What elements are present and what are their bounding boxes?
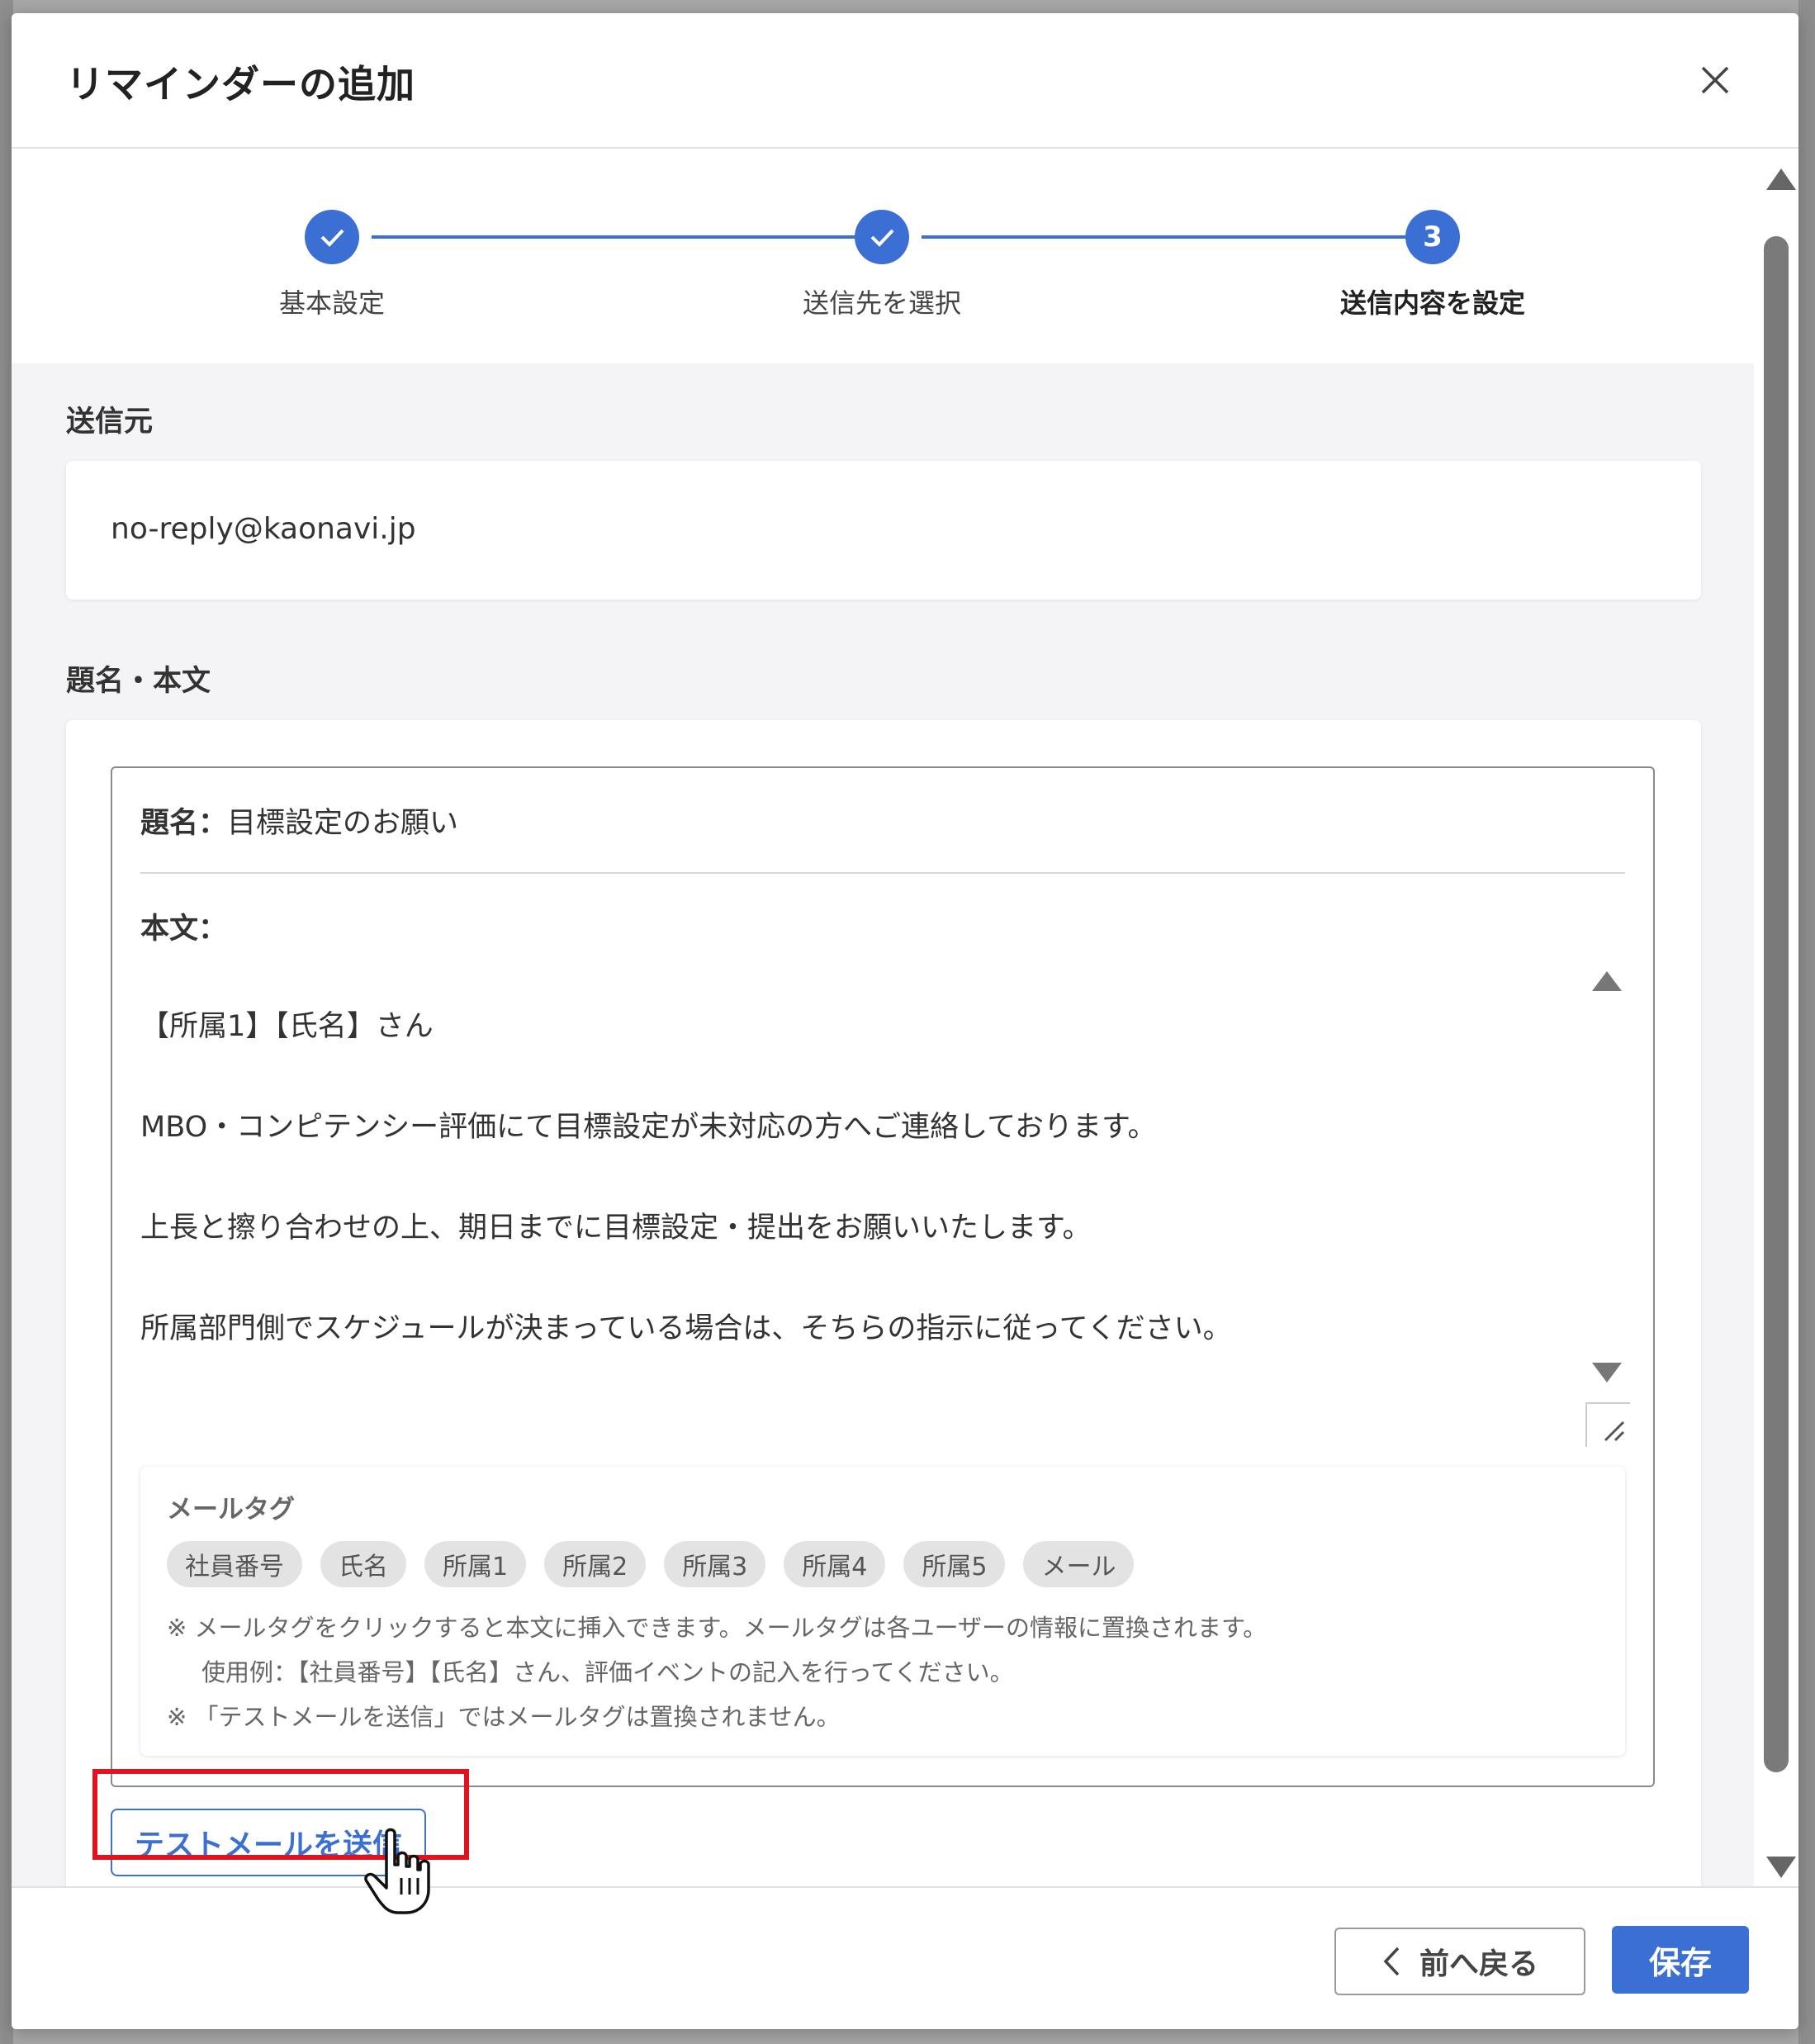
sender-card: no-reply@kaonavi.jp	[66, 461, 1701, 600]
scroll-up-icon[interactable]	[1766, 168, 1796, 190]
dialog-body: 3 基本設定 送信先を選択 送信内容を設定 送信元 no-reply@kaona…	[12, 149, 1754, 1899]
body-line: 【所属1】【氏名】さん	[140, 1010, 434, 1043]
subject-label: 題名：	[140, 807, 228, 840]
scroll-down-icon[interactable]	[1766, 1857, 1796, 1878]
backdrop-right	[1798, 0, 1815, 2044]
mail-tags-note-2: 使用例：【社員番号】【氏名】さん、評価イベントの記入を行ってください。	[201, 1658, 1014, 1686]
body-line: 所属部門側でスケジュールが決まっている場合は、そちらの指示に従ってください。	[140, 1312, 1232, 1345]
subject-row: 題名：目標設定のお願い	[140, 799, 458, 842]
editor-divider	[140, 872, 1625, 874]
body-scroll-down-icon[interactable]	[1592, 1363, 1622, 1382]
step-3-label: 送信内容を設定	[1339, 287, 1525, 319]
resize-handle[interactable]	[1585, 1402, 1630, 1447]
tag-mail[interactable]: メール	[1023, 1541, 1135, 1587]
content-card: 題名：目標設定のお願い 本文： 【所属1】【氏名】さん MBO・コンピテンシー評…	[66, 720, 1701, 1899]
body-textarea[interactable]: 【所属1】【氏名】さん MBO・コンピテンシー評価にて目標設定が未対応の方へご連…	[140, 951, 1577, 1405]
step-3-number: 3	[1405, 210, 1460, 264]
back-button[interactable]: 前へ戻る	[1334, 1928, 1585, 1995]
subject-value: 目標設定のお願い	[227, 807, 459, 840]
step-2-check-icon	[855, 210, 909, 264]
chevron-left-icon	[1383, 1947, 1400, 1976]
stepper: 3 基本設定 送信先を選択 送信内容を設定	[12, 149, 1754, 363]
tag-employee-number[interactable]: 社員番号	[167, 1541, 302, 1587]
dialog-footer: 前へ戻る 保存	[12, 1886, 1798, 2029]
save-button[interactable]: 保存	[1612, 1926, 1749, 1994]
body-line: 上長と擦り合わせの上、期日までに目標設定・提出をお願いいたします。	[140, 1212, 1092, 1245]
body-label: 本文：	[140, 913, 228, 946]
mail-tags-panel: メールタグ 社員番号 氏名 所属1 所属2 所属3 所属4 所属5 メール ※ …	[140, 1467, 1625, 1756]
body-line: MBO・コンピテンシー評価にて目標設定が未対応の方へご連絡しております。	[140, 1111, 1157, 1144]
tag-dept5[interactable]: 所属5	[903, 1541, 1006, 1587]
pointer-hand-icon	[364, 1828, 430, 1914]
scrollbar-thumb[interactable]	[1764, 236, 1789, 1772]
sender-value: no-reply@kaonavi.jp	[111, 512, 416, 546]
tag-dept2[interactable]: 所属2	[544, 1541, 647, 1587]
body-scroll-up-icon[interactable]	[1592, 971, 1622, 991]
dialog-header: リマインダーの追加	[12, 13, 1798, 149]
reminder-dialog: リマインダーの追加 3 基本設定 送信先を選択 送信内容を設定 送信元 no-r…	[12, 13, 1798, 2029]
close-icon	[1701, 66, 1729, 94]
mail-tags-title: メールタグ	[167, 1495, 295, 1525]
tag-dept1[interactable]: 所属1	[424, 1541, 527, 1587]
back-button-label: 前へ戻る	[1419, 1947, 1538, 1981]
step-connector-2	[922, 235, 1412, 239]
tag-dept4[interactable]: 所属4	[784, 1541, 886, 1587]
mail-tags-note-1: ※ メールタグをクリックすると本文に挿入できます。メールタグは各ユーザーの情報に…	[167, 1614, 1268, 1642]
step-2-label: 送信先を選択	[802, 287, 961, 319]
content-section-label: 題名・本文	[66, 665, 211, 698]
tag-name[interactable]: 氏名	[320, 1541, 406, 1587]
mail-tags-note-3: ※ 「テストメールを送信」ではメールタグは置換されません。	[167, 1703, 841, 1731]
sender-section-label: 送信元	[66, 405, 154, 439]
step-connector-1	[372, 235, 860, 239]
resize-icon	[1604, 1420, 1625, 1442]
close-button[interactable]	[1694, 59, 1736, 101]
step-1-check-icon	[305, 210, 359, 264]
dialog-title: リマインダーの追加	[66, 62, 415, 107]
mail-tags-list: 社員番号 氏名 所属1 所属2 所属3 所属4 所属5 メール	[167, 1541, 1135, 1587]
mail-editor[interactable]: 題名：目標設定のお願い 本文： 【所属1】【氏名】さん MBO・コンピテンシー評…	[111, 766, 1655, 1787]
step-1-label: 基本設定	[278, 287, 385, 319]
tag-dept3[interactable]: 所属3	[664, 1541, 766, 1587]
